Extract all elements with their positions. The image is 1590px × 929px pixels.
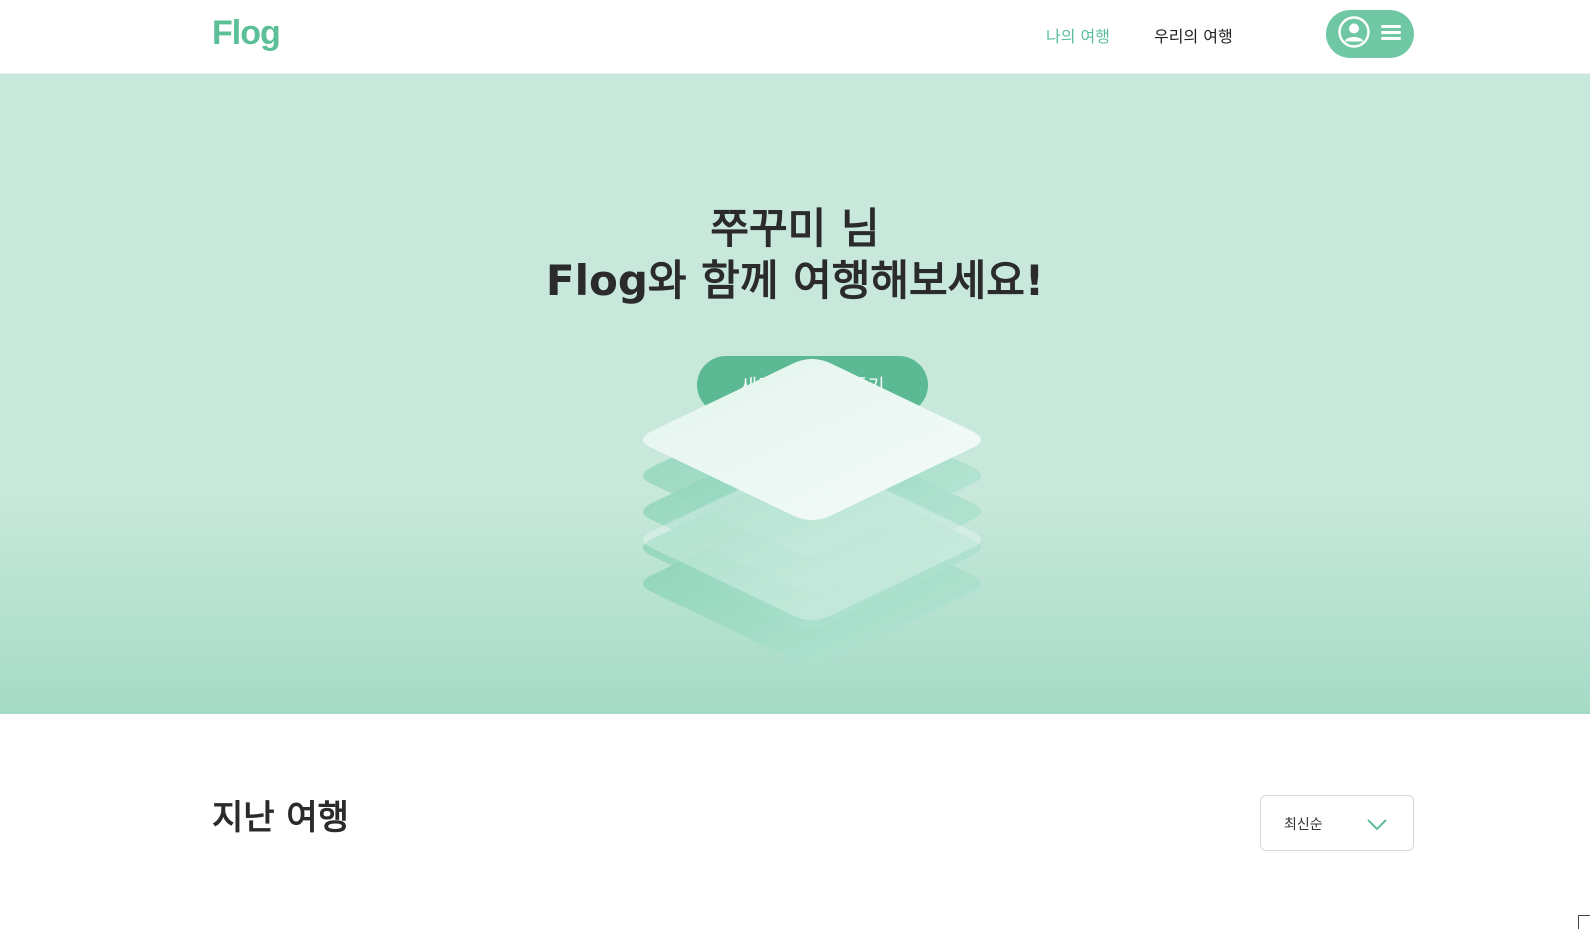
flog-logo[interactable]: Flog xyxy=(212,14,281,53)
stacked-layers-illustration xyxy=(643,359,981,664)
user-circle-icon xyxy=(1338,16,1370,52)
chevron-down-icon xyxy=(1365,812,1389,840)
resize-corner-icon xyxy=(1578,915,1590,929)
nav-my-trips[interactable]: 나의 여행 xyxy=(1046,23,1110,47)
sort-selected-value: 최신순 xyxy=(1284,817,1323,833)
hero-banner: 쭈꾸미 님 Flog와 함께 여행해보세요! 새로운 여행 만들기 xyxy=(0,74,1590,714)
top-navbar: Flog 나의 여행 우리의 여행 xyxy=(0,0,1590,74)
hamburger-menu-icon xyxy=(1380,23,1402,45)
user-menu-button[interactable] xyxy=(1326,10,1414,58)
nav-our-trips[interactable]: 우리의 여행 xyxy=(1154,23,1233,47)
past-trips-title: 지난 여행 xyxy=(212,798,349,838)
sort-select[interactable]: 최신순 xyxy=(1260,795,1414,851)
